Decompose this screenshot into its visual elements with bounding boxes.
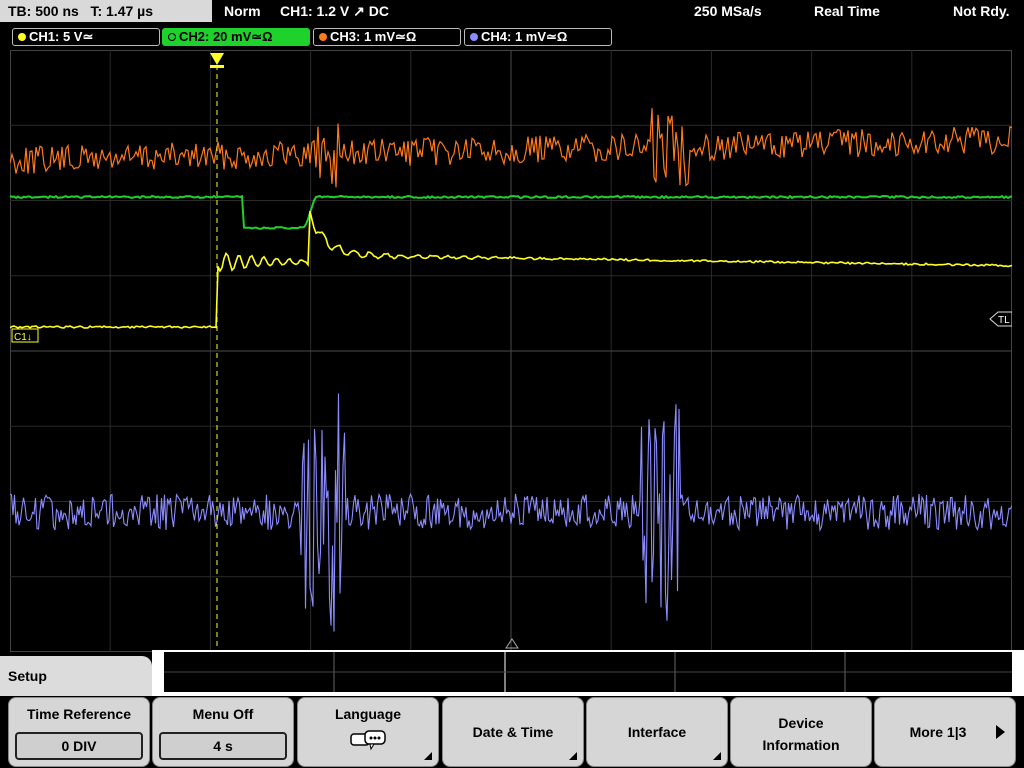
channel-2-badge[interactable]: CH2: 20 mV≃Ω <box>162 28 310 46</box>
trigger-level-label: TL <box>998 315 1010 326</box>
timebase-readout[interactable]: TB: 500 ns T: 1.47 µs <box>0 0 212 22</box>
trigger-status: Not Rdy. <box>953 3 1010 19</box>
menu-off-value: 4 s <box>159 732 287 760</box>
trigger-mode[interactable]: Norm <box>224 0 261 22</box>
menu-off-softkey[interactable]: Menu Off 4 s <box>152 697 294 767</box>
channel-3-dot <box>319 33 327 41</box>
channel-3-badge[interactable]: CH3: 1 mV≃Ω <box>313 28 461 46</box>
channel-1-label: CH1: 5 V≃ <box>29 29 94 44</box>
language-label: Language <box>334 706 402 722</box>
channel-4-badge[interactable]: CH4: 1 mV≃Ω <box>464 28 612 46</box>
device-information-softkey[interactable]: Device Information <box>730 697 872 767</box>
language-submenu-icon <box>424 752 432 760</box>
interface-submenu-icon <box>713 752 721 760</box>
time-reference-value: 0 DIV <box>15 732 143 760</box>
date-time-submenu-icon <box>569 752 577 760</box>
sample-rate-readout: 250 MSa/s <box>694 3 762 19</box>
interface-label: Interface <box>627 724 687 740</box>
time-reference-label: Time Reference <box>26 706 131 722</box>
language-icon <box>350 730 386 751</box>
channel-1-dot <box>18 33 26 41</box>
acquisition-mode[interactable]: Real Time <box>814 0 880 22</box>
zoom-timeline <box>164 652 1012 692</box>
channel-4-dot <box>470 33 478 41</box>
channel-3-label: CH3: 1 mV≃Ω <box>330 29 417 44</box>
next-page-icon <box>996 725 1005 739</box>
device-information-label: Device Information <box>762 715 840 753</box>
waveform-display[interactable]: C1↓ TL <box>10 50 1012 652</box>
channel-4-label: CH4: 1 mV≃Ω <box>481 29 568 44</box>
date-time-softkey[interactable]: Date & Time <box>442 697 584 767</box>
menu-title: Setup <box>0 656 152 696</box>
time-reference-softkey[interactable]: Time Reference 0 DIV <box>8 697 150 767</box>
language-softkey[interactable]: Language <box>297 697 439 767</box>
channel-2-dot <box>168 33 176 41</box>
channel-1-marker-label: C1↓ <box>14 332 32 343</box>
trigger-readout[interactable]: CH1: 1.2 V ↗ DC <box>280 0 389 22</box>
menu-off-label: Menu Off <box>192 706 254 722</box>
more-label: More 1|3 <box>909 724 967 740</box>
interface-softkey[interactable]: Interface <box>586 697 728 767</box>
date-time-label: Date & Time <box>472 724 554 740</box>
more-softkey[interactable]: More 1|3 <box>874 697 1016 767</box>
trigger-position-base <box>210 65 224 68</box>
channel-2-label: CH2: 20 mV≃Ω <box>179 29 273 44</box>
channel-1-badge[interactable]: CH1: 5 V≃ <box>12 28 160 46</box>
